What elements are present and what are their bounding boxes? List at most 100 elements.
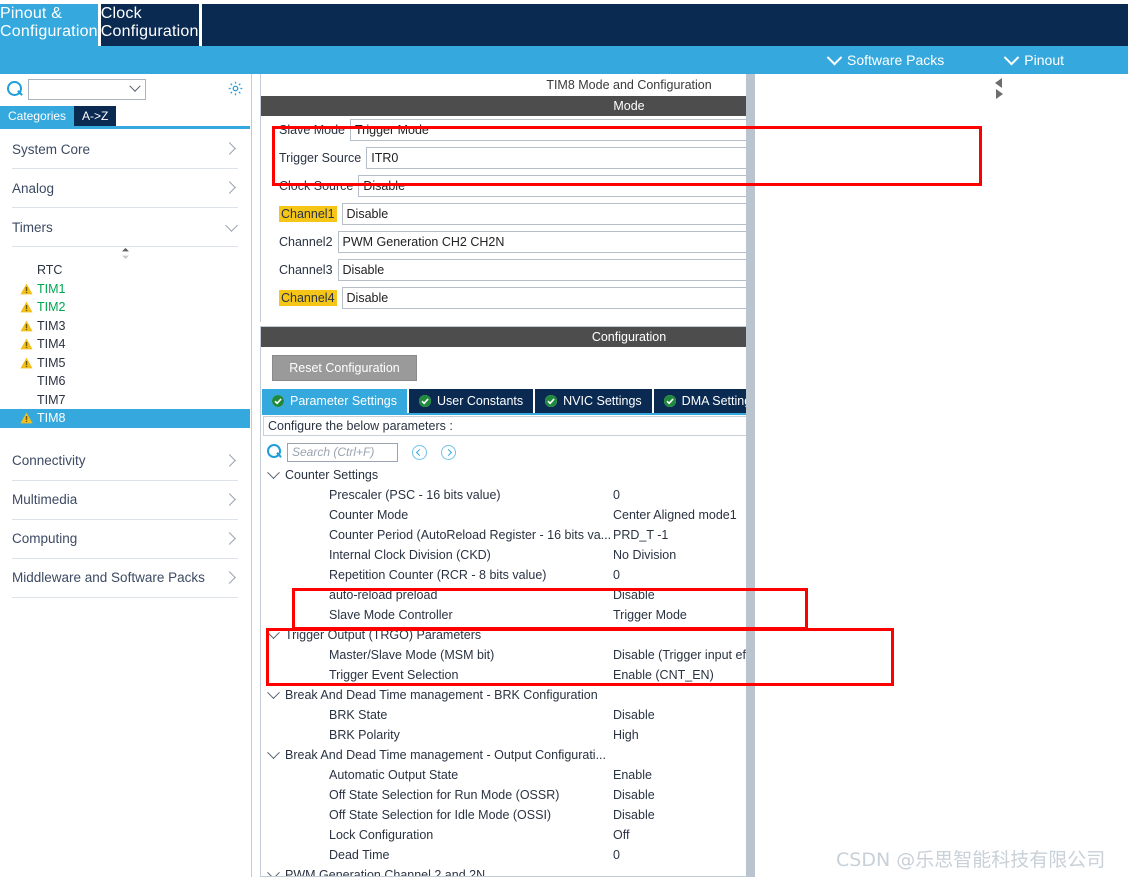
channel2-label: Channel2	[279, 235, 333, 249]
sidebar-item-system-core[interactable]: System Core	[12, 130, 238, 169]
warning-icon	[20, 412, 33, 424]
collapse-arrows-icon	[995, 78, 1003, 99]
tree-item-tim6-label: TIM6	[37, 374, 66, 389]
sidebar-search-row	[0, 74, 252, 104]
tree-scroll-spinner[interactable]	[0, 247, 250, 261]
clock-source-label: Clock Source	[279, 179, 354, 193]
param-ossr-name: Off State Selection for Run Mode (OSSR)	[329, 788, 560, 802]
pinout-menu[interactable]: Pinout	[1004, 49, 1064, 68]
chevron-right-icon	[223, 181, 236, 194]
param-slave-mode-controller-name: Slave Mode Controller	[329, 608, 453, 622]
tree-item-tim3-label: TIM3	[37, 318, 66, 333]
chevron-down-icon	[225, 219, 238, 232]
tree-item-tim2-label: TIM2	[37, 300, 66, 315]
search-prev-button[interactable]	[412, 444, 427, 460]
panel-splitter[interactable]	[746, 74, 755, 877]
tab-user-constants[interactable]: User Constants	[409, 389, 534, 413]
tab-clock-configuration-label: Clock Configuration	[100, 5, 199, 40]
param-lock-configuration-name: Lock Configuration	[329, 828, 434, 842]
param-brk-state-name: BRK State	[329, 708, 388, 722]
tab-pinout-configuration[interactable]: Pinout & Configuration	[0, 0, 98, 46]
check-circle-icon	[663, 395, 676, 407]
warning-icon	[20, 357, 33, 369]
warning-icon	[20, 283, 33, 295]
warning-icon	[20, 320, 33, 332]
sidebar-item-multimedia[interactable]: Multimedia	[12, 481, 238, 520]
channel1-label: Channel1	[279, 206, 337, 222]
chevron-down-icon	[1004, 49, 1020, 65]
search-next-button[interactable]	[441, 444, 456, 460]
chevron-down-icon	[129, 80, 141, 92]
tab-parameter-settings[interactable]: Parameter Settings	[262, 389, 407, 413]
software-packs-menu[interactable]: Software Packs	[826, 49, 945, 68]
panel-collapse-controls[interactable]	[993, 76, 1005, 102]
sidebar-tab-a-to-z[interactable]: A->Z	[74, 106, 117, 126]
sidebar-item-analog-label: Analog	[12, 180, 55, 196]
sidebar-item-connectivity[interactable]: Connectivity	[12, 442, 238, 481]
warning-icon	[20, 338, 33, 350]
top-tab-bar: Pinout & Configuration Clock Configurati…	[0, 0, 1128, 46]
reset-configuration-button[interactable]: Reset Configuration	[272, 355, 417, 381]
tree-item-tim1[interactable]: TIM1	[0, 280, 250, 299]
tab-nvic-settings[interactable]: NVIC Settings	[535, 389, 652, 413]
slave-mode-label: Slave Mode	[279, 123, 346, 137]
tree-item-tim2[interactable]: TIM2	[0, 298, 250, 317]
sidebar-tab-categories[interactable]: Categories	[0, 106, 75, 126]
tab-project-manager[interactable]: P	[201, 0, 1128, 46]
sidebar-item-analog[interactable]: Analog	[12, 169, 238, 208]
tree-item-tim5[interactable]: TIM5	[0, 354, 250, 373]
warning-icon	[20, 301, 33, 313]
sidebar-category-list: System Core Analog Timers RTC TIM1 TIM2 …	[0, 130, 250, 877]
chevron-down-icon	[267, 745, 280, 759]
chevron-down-icon	[267, 865, 280, 876]
param-prescaler-name: Prescaler (PSC - 16 bits value)	[329, 488, 501, 502]
param-auto-reload-preload-name: auto-reload preload	[329, 588, 438, 602]
tree-item-rtc[interactable]: RTC	[0, 261, 250, 280]
pinout-label: Pinout	[1024, 52, 1064, 68]
param-repetition-counter-name: Repetition Counter (RCR - 8 bits value)	[329, 568, 547, 582]
sidebar-tab-a-to-z-label: A->Z	[82, 109, 109, 123]
tree-item-tim7[interactable]: TIM7	[0, 391, 250, 410]
sub-toolbar: Software Packs Pinout	[0, 46, 1128, 74]
chevron-right-icon	[223, 531, 236, 545]
sidebar-item-middleware-label: Middleware and Software Packs	[12, 570, 205, 585]
tab-clock-configuration[interactable]: Clock Configuration	[97, 0, 202, 46]
param-brk-polarity-name: BRK Polarity	[329, 728, 400, 742]
tree-item-tim6[interactable]: TIM6	[0, 372, 250, 391]
search-input[interactable]	[28, 78, 146, 100]
param-ossi-name: Off State Selection for Idle Mode (OSSI)	[329, 808, 552, 822]
chevron-right-icon	[444, 448, 453, 456]
sidebar-item-middleware-and-software-packs[interactable]: Middleware and Software Packs	[12, 559, 238, 598]
tree-item-tim3[interactable]: TIM3	[0, 317, 250, 336]
tree-item-tim7-label: TIM7	[37, 392, 66, 407]
param-trigger-event-selection-name: Trigger Event Selection	[329, 668, 459, 682]
search-icon	[267, 444, 283, 460]
sidebar-item-timers[interactable]: Timers	[12, 208, 238, 247]
tree-item-tim8[interactable]: TIM8	[0, 409, 250, 428]
param-counter-mode-name: Counter Mode	[329, 508, 409, 522]
software-packs-label: Software Packs	[847, 52, 945, 68]
chevron-down-icon	[826, 49, 843, 65]
tab-nvic-settings-label: NVIC Settings	[563, 394, 642, 408]
param-group-counter-settings-label: Counter Settings	[285, 468, 379, 482]
watermark: CSDN @乐思智能科技有限公司	[836, 849, 1106, 871]
param-group-trigger-output-label: Trigger Output (TRGO) Parameters	[285, 628, 482, 642]
sidebar-view-tabs: Categories A->Z	[0, 106, 252, 126]
param-automatic-output-state-name: Automatic Output State	[329, 768, 459, 782]
tree-item-rtc-label: RTC	[37, 263, 63, 278]
sidebar-item-computing[interactable]: Computing	[12, 520, 238, 559]
sidebar-item-computing-label: Computing	[12, 531, 78, 546]
channel4-label: Channel4	[279, 290, 337, 306]
sidebar-item-timers-label: Timers	[12, 219, 53, 235]
tree-item-tim4[interactable]: TIM4	[0, 335, 250, 354]
topbar-top-spacer	[0, 0, 1128, 4]
tree-item-tim8-label: TIM8	[37, 411, 66, 426]
param-internal-clock-division-name: Internal Clock Division (CKD)	[329, 548, 491, 562]
tree-item-tim1-label: TIM1	[37, 281, 66, 296]
tree-item-tim4-label: TIM4	[37, 337, 66, 352]
chevron-right-icon	[223, 142, 236, 155]
param-counter-period-name: Counter Period (AutoReload Register - 16…	[329, 528, 612, 542]
gear-icon[interactable]	[227, 80, 244, 97]
sidebar-item-multimedia-label: Multimedia	[12, 492, 78, 507]
parameter-search-input[interactable]: Search (Ctrl+F)	[287, 442, 398, 462]
